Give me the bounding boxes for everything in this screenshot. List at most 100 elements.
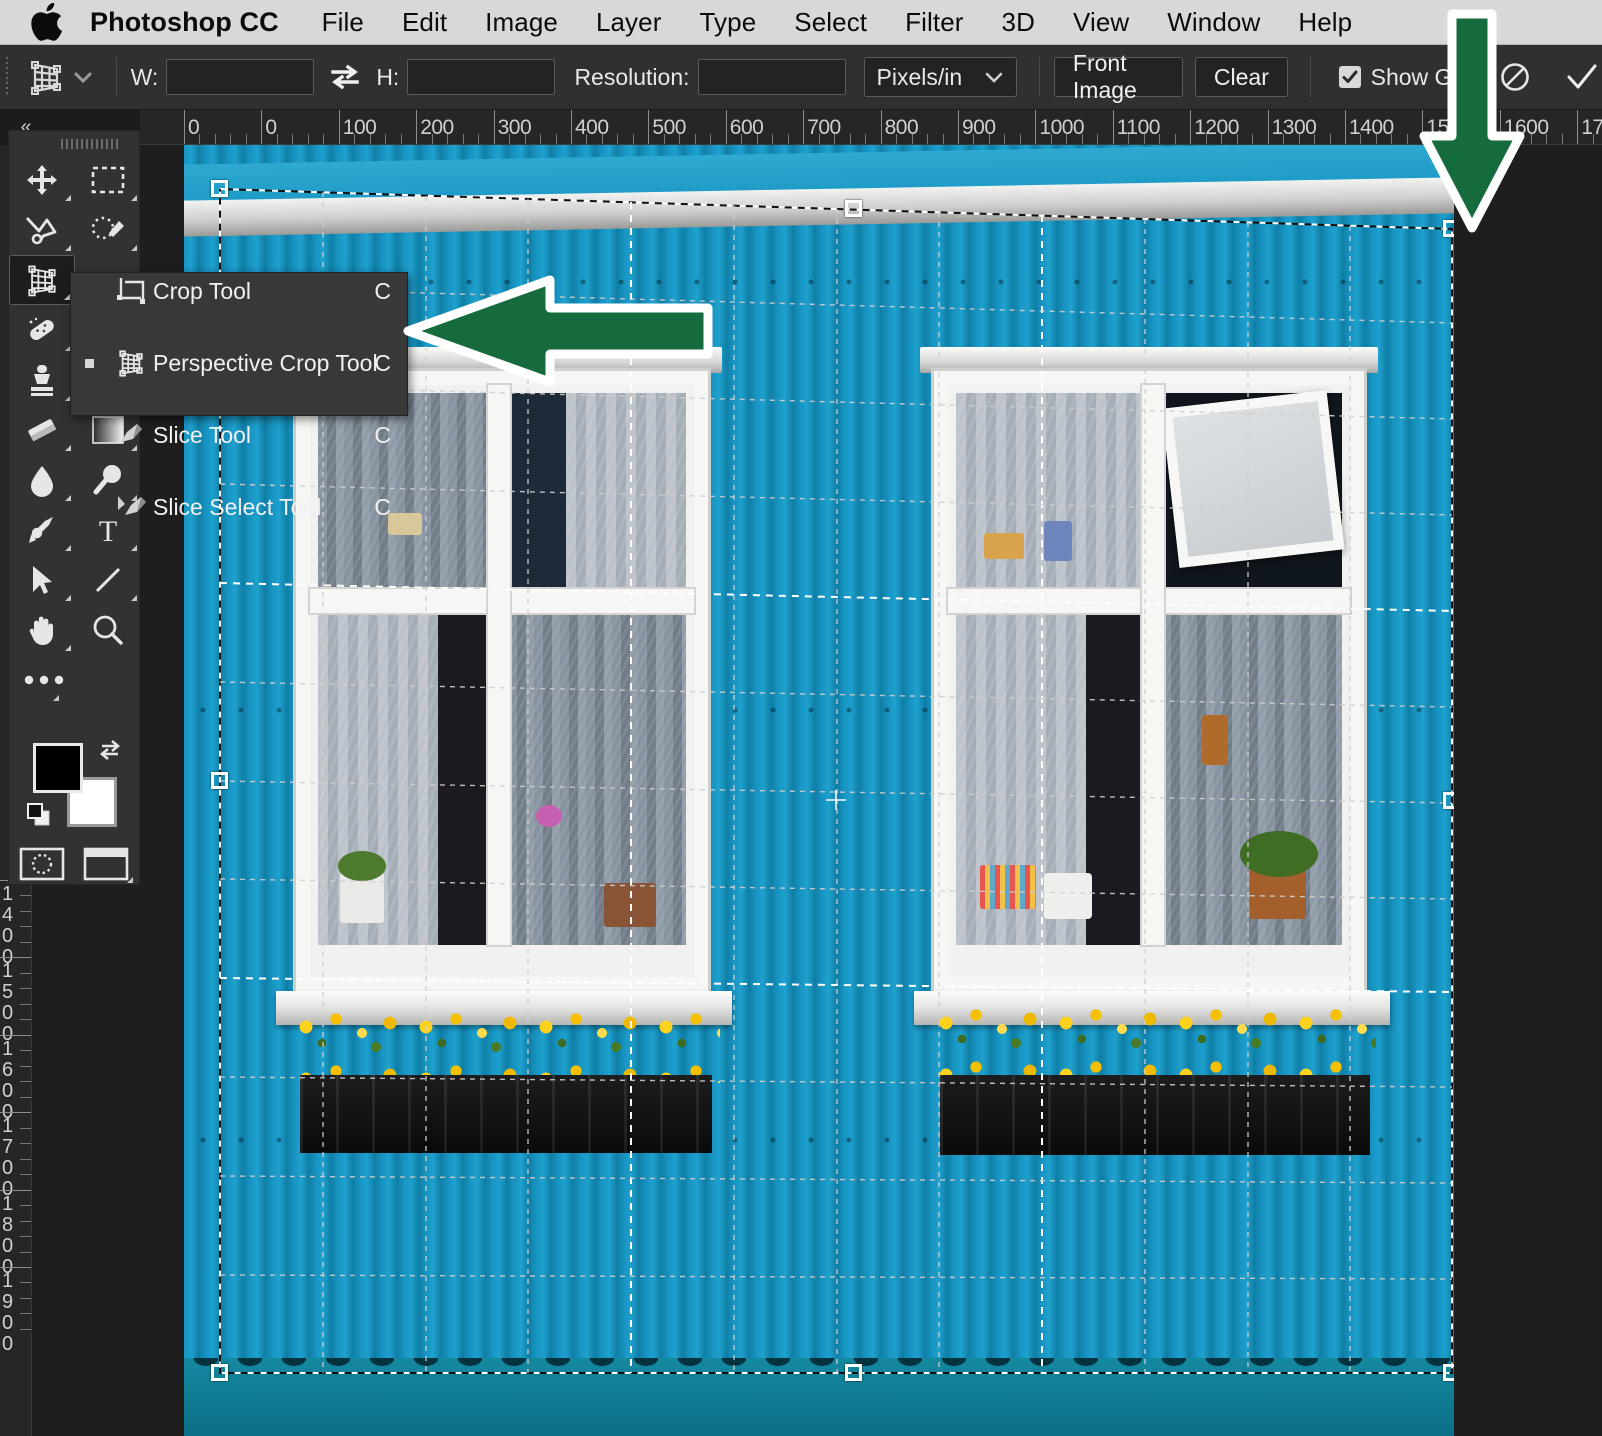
slice-tool-icon [115,420,147,450]
tool-quick-selection[interactable] [75,205,141,255]
menu-item-select[interactable]: Select [775,0,886,45]
ruler-minor-tick [1329,134,1331,144]
tool-spot-healing-brush[interactable] [9,305,75,355]
menu-item-filter[interactable]: Filter [886,0,982,45]
flyout-item-slice-tool[interactable]: Slice Tool C [71,417,407,453]
ruler-minor-tick [632,134,634,144]
window-object [1044,521,1072,561]
ruler-minor-tick [555,134,557,144]
wall-bottom-edge [184,1358,1454,1436]
tool-zoom[interactable] [75,605,141,655]
options-bar-grip[interactable] [4,57,10,97]
tool-hand[interactable] [9,605,75,655]
ruler-tick-label: 1000 [1039,116,1085,139]
menu-item-layer[interactable]: Layer [577,0,681,45]
ruler-major-tick [1422,110,1424,144]
ruler-minor-tick [1298,134,1300,144]
ruler-minor-tick [818,134,820,144]
resolution-units-select[interactable]: Pixels/in [863,57,1018,97]
flyout-item-crop-tool[interactable]: Crop Tool C [71,273,407,309]
resolution-input[interactable] [697,59,846,95]
ruler-tick-label: 1700 [1581,116,1602,139]
menu-app-name[interactable]: Photoshop CC [90,0,303,45]
panel-drag-grip[interactable] [61,139,119,149]
potted-plant-leaves [338,851,386,881]
tool-clone-stamp[interactable] [9,355,75,405]
show-grid-checkbox-group[interactable]: Show Grid [1338,64,1478,91]
ruler-major-tick [338,110,340,144]
ruler-minor-tick [20,1297,31,1299]
ruler-minor-tick [1019,134,1021,144]
menu-item-edit[interactable]: Edit [383,0,466,45]
open-sash-glass [1172,401,1334,557]
default-colors-icon[interactable] [25,801,55,829]
tool-flyout-corner [65,645,71,651]
menu-item-window[interactable]: Window [1148,0,1279,45]
menu-item-file[interactable]: File [303,0,383,45]
clear-button[interactable]: Clear [1194,57,1288,97]
menu-item-3d[interactable]: 3D [983,0,1054,45]
tool-line[interactable] [75,555,141,605]
ruler-minor-tick [307,134,309,144]
striped-box [980,865,1036,909]
perspective-crop-tool-icon[interactable] [24,55,68,99]
ruler-minor-tick [1530,134,1532,144]
ruler-minor-tick [1453,134,1455,144]
flyout-item-shortcut: C [374,349,391,376]
circle-slash-icon[interactable] [1498,60,1532,94]
divider-3 [1309,57,1311,97]
tool-lasso[interactable] [9,205,75,255]
tool-move[interactable] [9,155,75,205]
tool-rectangular-marquee[interactable] [75,155,141,205]
tool-perspective-crop[interactable] [9,255,75,305]
tool-preset-chevron-down-icon[interactable] [70,64,96,90]
crop-tool-flyout-menu[interactable]: Crop Tool C Perspective Crop Tool C Slice To… [70,272,408,520]
width-input[interactable] [166,59,315,95]
screen-mode-icon[interactable] [83,847,133,883]
ruler-minor-tick [540,134,542,144]
ruler-minor-tick [20,1143,31,1145]
flyout-item-perspective-crop-tool[interactable]: Perspective Crop Tool C [71,345,407,381]
ruler-minor-tick [927,134,929,144]
front-image-button[interactable]: Front Image [1053,50,1184,103]
foreground-color-swatch[interactable] [33,743,83,793]
ruler-minor-tick [1097,134,1099,144]
ruler-minor-tick [1050,134,1052,144]
height-input[interactable] [407,59,556,95]
ruler-major-tick [0,1267,31,1268]
ruler-minor-tick [1314,134,1316,144]
tool-eraser[interactable] [9,405,75,455]
ruler-tick-label: 1100 [1116,116,1161,139]
flyout-item-label: Crop Tool [153,277,252,304]
swap-arrows-icon[interactable] [328,60,362,94]
ruler-minor-tick [199,134,201,144]
flyout-item-slice-select-tool[interactable]: Slice Select Tool C [71,489,407,525]
menu-item-image[interactable]: Image [466,0,577,45]
window-gap [438,615,488,945]
swap-colors-icon[interactable] [95,735,125,765]
tool-blur[interactable] [9,455,75,505]
horizontal-ruler[interactable]: 0 0 100 200 300 400 500 600 700 800 900 1000 1100 120… [140,110,1602,145]
window-right [920,347,1378,991]
plant-leaves [1240,831,1318,877]
tool-pen[interactable] [9,505,75,555]
tool-path-selection[interactable] [9,555,75,605]
ruler-tick-label: 400 [575,116,609,139]
menu-item-type[interactable]: Type [680,0,775,45]
flyout-item-label: Perspective Crop Tool [153,349,378,376]
divider-2 [1039,57,1040,97]
tool-edit-toolbar-ellipsis[interactable] [9,655,75,705]
show-grid-checkbox[interactable] [1338,66,1361,88]
checkmark-icon[interactable] [1562,57,1602,97]
apple-icon[interactable] [30,3,64,41]
quick-mask-mode-icon[interactable] [19,847,65,881]
ruler-minor-tick [849,134,851,144]
ruler-minor-tick [20,1205,31,1207]
flyout-item-label: Slice Tool [153,421,252,448]
menu-item-view[interactable]: View [1054,0,1148,45]
ruler-minor-tick [1283,134,1285,144]
curtain [566,393,686,589]
ruler-minor-tick [400,134,402,144]
ruler-minor-tick [1221,134,1223,144]
menu-item-help[interactable]: Help [1279,0,1371,45]
